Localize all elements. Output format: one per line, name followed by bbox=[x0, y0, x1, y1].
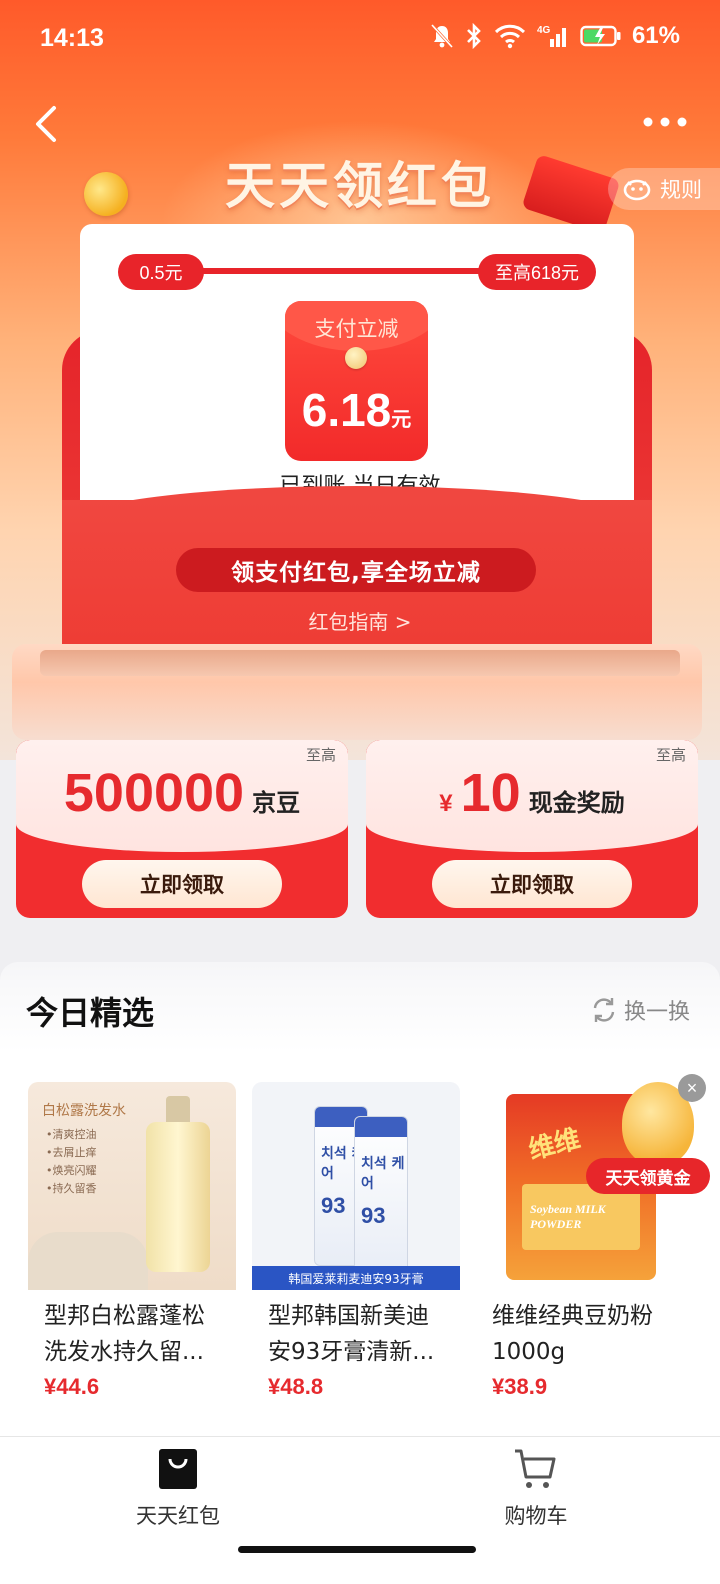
reward-suffix: 现金奖励 bbox=[528, 789, 625, 817]
battery-percent: 61% bbox=[631, 22, 680, 49]
product-card[interactable]: 白松露洗发水 •清爽控油 •去屑止痒 •焕亮闪耀 •持久留香 型邦白松露蓬松洗发… bbox=[28, 1082, 236, 1432]
more-button[interactable] bbox=[640, 110, 690, 134]
status-icons: 4G 61% bbox=[430, 22, 680, 50]
coupon-seal-icon bbox=[345, 347, 367, 369]
product-price: ¥48.8 bbox=[268, 1374, 324, 1399]
tube-number: 93 bbox=[361, 1203, 386, 1228]
home-indicator[interactable] bbox=[238, 1546, 476, 1553]
product-name: 维维经典豆奶粉1000g bbox=[492, 1303, 653, 1365]
image-bullet: •清爽控油 bbox=[46, 1128, 97, 1141]
progress-max-label: 至高618元 bbox=[478, 254, 596, 290]
tab-label: 购物车 bbox=[504, 1504, 568, 1528]
bag-label-text: Soybean MILK POWDER bbox=[530, 1202, 606, 1231]
payment-discount-coupon[interactable]: 支付立减 6.18元 bbox=[285, 301, 428, 461]
product-name: 型邦韩国新美迪安93牙膏清新... bbox=[268, 1303, 435, 1365]
progress-track bbox=[200, 268, 490, 274]
product-price: ¥38.9 bbox=[492, 1374, 548, 1399]
reward-currency: ¥ bbox=[439, 790, 453, 817]
back-button[interactable] bbox=[28, 100, 68, 148]
chevron-left-icon bbox=[36, 106, 56, 142]
product-name: 型邦白松露蓬松洗发水持久留... bbox=[44, 1303, 205, 1365]
reward-amount: 500000 bbox=[63, 763, 245, 823]
product-price: ¥44.6 bbox=[44, 1374, 100, 1399]
reward-value: ¥10 现金奖励 bbox=[366, 762, 698, 824]
close-icon[interactable]: × bbox=[678, 1074, 706, 1102]
tab-label: 天天红包 bbox=[136, 1504, 220, 1528]
product-image-toothpaste: 치석 케어 93 치석 케어 93 韩国爱莱莉麦迪安93牙膏 bbox=[252, 1082, 460, 1290]
battery-icon bbox=[580, 24, 622, 48]
reward-suffix: 京豆 bbox=[252, 789, 301, 817]
refresh-icon bbox=[593, 998, 615, 1022]
product-card[interactable]: 치석 케어 93 치석 케어 93 韩国爱莱莉麦迪安93牙膏 型邦韩国新美迪安9… bbox=[252, 1082, 460, 1432]
todays-picks-title: 今日精选 bbox=[26, 994, 155, 1032]
image-bullet: •去屑止痒 bbox=[46, 1146, 97, 1159]
towel-shape bbox=[28, 1232, 148, 1290]
reward-value: 500000 京豆 bbox=[16, 762, 348, 824]
tube-cap-shape bbox=[355, 1117, 407, 1137]
bluetooth-icon bbox=[464, 23, 484, 49]
gold-promo-label: 天天领黄金 bbox=[586, 1158, 710, 1194]
refresh-button[interactable]: 换一换 bbox=[590, 994, 690, 1026]
coupon-label: 支付立减 bbox=[314, 317, 399, 341]
gold-promo-widget[interactable]: × 天天领黄金 bbox=[586, 1074, 710, 1194]
toothpaste-tube-shape: 치석 케어 93 bbox=[354, 1116, 408, 1276]
mute-bell-icon bbox=[430, 23, 454, 49]
cellular-signal-icon: 4G bbox=[536, 23, 570, 49]
coupon-amount: 6.18元 bbox=[285, 383, 428, 437]
image-title: 白松露洗发水 bbox=[42, 1103, 126, 1119]
refresh-label: 换一换 bbox=[623, 1000, 690, 1025]
claim-slogan-button[interactable]: 领支付红包,享全场立减 bbox=[176, 548, 536, 592]
coupon-amount-unit: 元 bbox=[391, 409, 412, 431]
shampoo-bottle-shape bbox=[146, 1122, 210, 1272]
rules-label: 规则 bbox=[660, 178, 702, 202]
reward-amount: 10 bbox=[460, 763, 521, 823]
coupon-amount-value: 6.18 bbox=[301, 384, 392, 436]
more-dots-icon bbox=[643, 117, 687, 127]
piggy-icon bbox=[623, 179, 651, 201]
claim-jingdou-button[interactable]: 立即领取 bbox=[82, 860, 282, 908]
image-banner: 韩国爱莱莉麦迪安93牙膏 bbox=[252, 1266, 460, 1290]
status-bar: 14:13 4G 61% bbox=[0, 0, 720, 78]
claim-cash-button[interactable]: 立即领取 bbox=[432, 860, 632, 908]
wifi-icon bbox=[494, 23, 526, 49]
bag-logo: 维维 bbox=[525, 1124, 584, 1166]
image-bullet: •焕亮闪耀 bbox=[46, 1164, 97, 1177]
envelope-tray-lip bbox=[40, 650, 680, 676]
svg-text:4G: 4G bbox=[537, 25, 551, 36]
tube-number: 93 bbox=[321, 1193, 346, 1218]
red-packet-guide-link[interactable]: 红包指南 > bbox=[0, 606, 720, 635]
tab-daily-red-packet[interactable]: 天天红包 bbox=[88, 1448, 268, 1530]
reward-card-jingdou: 至高 500000 京豆 立即领取 bbox=[16, 740, 348, 918]
status-time: 14:13 bbox=[40, 24, 104, 52]
image-bullet: •持久留香 bbox=[46, 1182, 97, 1195]
cart-icon bbox=[515, 1449, 556, 1488]
progress-min-label: 0.5元 bbox=[118, 254, 204, 290]
tube-text: 치석 케어 bbox=[361, 1156, 405, 1192]
product-image-shampoo: 白松露洗发水 •清爽控油 •去屑止痒 •焕亮闪耀 •持久留香 bbox=[28, 1082, 236, 1290]
shopping-bag-icon bbox=[159, 1449, 197, 1489]
rules-button[interactable]: 规则 bbox=[608, 168, 720, 210]
reward-card-cash: 至高 ¥10 现金奖励 立即领取 bbox=[366, 740, 698, 918]
tab-shopping-cart[interactable]: 购物车 bbox=[446, 1448, 626, 1530]
